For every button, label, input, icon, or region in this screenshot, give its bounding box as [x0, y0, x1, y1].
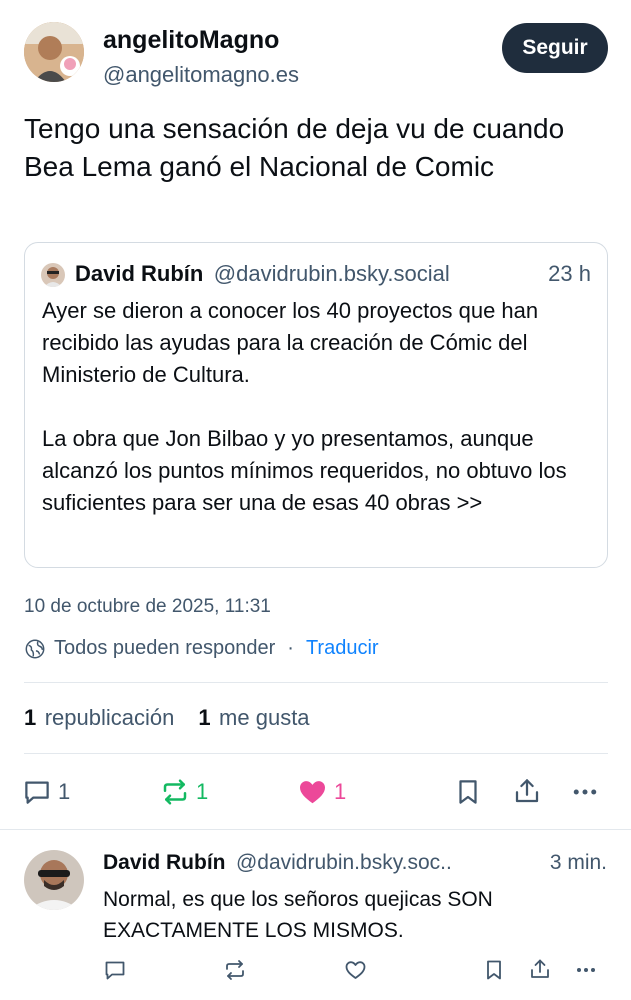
reposts-count: 1 [24, 705, 37, 730]
repost-arrows-icon [160, 777, 190, 807]
more-dots-icon [574, 958, 598, 982]
meta-separator: · [287, 637, 294, 659]
bookmark-icon [482, 958, 506, 982]
quote-handle[interactable]: @davidrubin.bsky.social [214, 261, 450, 286]
quote-card[interactable]: David Rubín @davidrubin.bsky.social 23 h… [24, 242, 608, 568]
reply-setting-label: Todos pueden responder [54, 637, 276, 659]
repost-button[interactable]: 1 [160, 777, 208, 807]
author-avatar[interactable] [24, 22, 84, 82]
heart-icon [297, 777, 328, 807]
reply-like-button[interactable] [343, 958, 368, 982]
quote-time: 23 h [548, 261, 591, 286]
globe-icon [24, 638, 46, 660]
reply-text: Normal, es que los señoros quejicas SON … [103, 888, 493, 942]
speech-bubble-icon [22, 777, 52, 807]
thread-divider [0, 829, 631, 830]
quote-text: Ayer se dieron a conocer los 40 proyecto… [42, 298, 567, 515]
likes-stat[interactable]: 1 me gusta [198, 705, 309, 731]
quote-display-name[interactable]: David Rubín [75, 261, 203, 286]
repost-arrows-icon [223, 958, 247, 982]
heart-icon [343, 958, 368, 982]
reposts-stat[interactable]: 1 republicación [24, 705, 174, 731]
reply-setting-row: Todos pueden responder · Traducir [24, 637, 379, 660]
reply-display-name[interactable]: David Rubín [103, 851, 226, 874]
quote-header: David Rubín @davidrubin.bsky.social [75, 261, 595, 287]
share-icon [528, 957, 552, 981]
follow-button[interactable]: Seguir [502, 23, 608, 73]
likes-count: 1 [198, 705, 211, 730]
reposts-label: republicación [44, 705, 175, 730]
author-display-name[interactable]: angelitoMagno [103, 26, 279, 55]
post-stats: 1 republicación 1 me gusta [24, 705, 310, 731]
repost-count: 1 [196, 779, 209, 804]
like-button[interactable]: 1 [297, 777, 346, 807]
share-button[interactable] [512, 776, 542, 806]
post-timestamp: 10 de octubre de 2025, 11:31 [24, 596, 271, 617]
divider [24, 753, 608, 754]
reply-time: 3 min. [549, 851, 607, 874]
reply-handle[interactable]: @davidrubin.bsky.soc.. [236, 851, 452, 874]
bookmark-button[interactable] [453, 777, 483, 807]
reply-author-avatar[interactable] [24, 850, 84, 910]
more-dots-icon [570, 777, 600, 807]
post-text: Tengo una sensación de deja vu de cuando… [24, 113, 565, 182]
speech-bubble-icon [103, 958, 127, 982]
reply-repost-button[interactable] [223, 958, 247, 982]
quote-author-avatar [41, 263, 65, 287]
bookmark-icon [453, 777, 483, 807]
reply-count: 1 [58, 779, 71, 804]
more-options-button[interactable] [570, 777, 600, 807]
reply-button[interactable]: 1 [22, 777, 70, 807]
like-count: 1 [334, 779, 347, 804]
reply-more-options-button[interactable] [574, 958, 598, 982]
author-handle[interactable]: @angelitomagno.es [103, 62, 299, 88]
share-icon [512, 776, 542, 806]
divider [24, 682, 608, 683]
likes-label: me gusta [219, 705, 310, 730]
reply-header: David Rubín @davidrubin.bsky.soc.. [103, 851, 533, 875]
translate-link[interactable]: Traducir [306, 637, 379, 660]
reply-bookmark-button[interactable] [482, 958, 506, 982]
reply-share-button[interactable] [528, 957, 552, 981]
reply-reply-button[interactable] [103, 958, 127, 982]
